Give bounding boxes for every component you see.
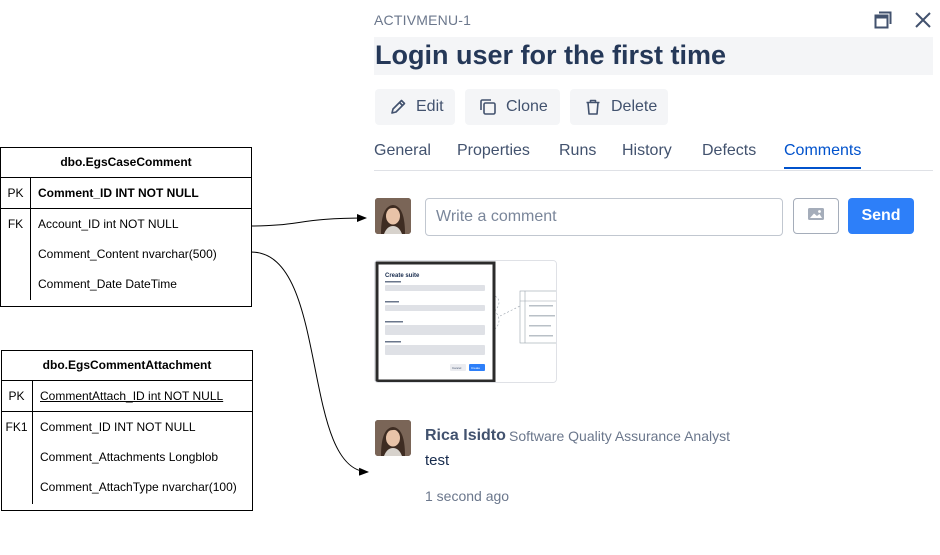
image-icon	[807, 207, 825, 226]
comment-timestamp[interactable]: 1 second ago	[425, 488, 509, 504]
send-button[interactable]: Send	[848, 198, 914, 234]
er-table-comment-attachment: dbo.EgsCommentAttachment PK CommentAttac…	[1, 350, 253, 511]
pk-label: PK	[8, 389, 25, 403]
delete-label: Delete	[611, 98, 658, 115]
er-row: FK1 Comment_ID INT NOT NULL	[2, 412, 252, 442]
connector-content-to-comment	[250, 251, 369, 476]
er-table-title: dbo.EgsCaseComment	[1, 148, 251, 178]
er-field: Comment_ID INT NOT NULL	[38, 186, 199, 200]
attach-image-button[interactable]	[793, 198, 839, 234]
comment-input[interactable]	[425, 198, 783, 236]
er-row: Comment_Content nvarchar(500)	[1, 239, 251, 269]
trash-icon	[584, 98, 602, 116]
er-row: Comment_Date DateTime	[1, 269, 251, 299]
issue-key: ACTIVMENU-1	[374, 12, 472, 28]
comment-author-role: Software Quality Assurance Analyst	[509, 428, 730, 444]
tab-comments[interactable]: Comments	[784, 142, 862, 169]
er-pk-row: PK Comment_ID INT NOT NULL	[1, 178, 251, 209]
tab-defects[interactable]: Defects	[702, 142, 756, 160]
fk-label: FK1	[5, 420, 28, 434]
er-field: CommentAttach_ID int NOT NULL	[40, 389, 224, 403]
fk-label: FK	[7, 217, 24, 231]
preview-cancel-label: Cancel	[452, 366, 462, 370]
er-pk-row: PK CommentAttach_ID int NOT NULL	[2, 381, 252, 412]
er-field: Comment_ID INT NOT NULL	[40, 420, 196, 434]
restore-window-icon[interactable]	[872, 9, 894, 31]
comment-text: test	[425, 452, 450, 469]
pk-label: PK	[7, 186, 24, 200]
tab-properties[interactable]: Properties	[457, 142, 530, 160]
edit-button[interactable]: Edit	[375, 89, 455, 125]
close-icon[interactable]	[912, 9, 934, 31]
delete-button[interactable]: Delete	[570, 89, 668, 125]
er-table-title: dbo.EgsCommentAttachment	[2, 351, 252, 381]
er-field: Comment_AttachType nvarchar(100)	[40, 480, 237, 494]
er-field: Comment_Date DateTime	[38, 277, 177, 291]
attachment-thumbnail[interactable]: Create suite Cancel Create	[374, 260, 557, 383]
attachment-preview-image: Create suite Cancel Create	[375, 261, 556, 382]
tab-general[interactable]: General	[374, 142, 431, 160]
commenter-avatar	[375, 420, 411, 456]
page-title: Login user for the first time	[375, 40, 727, 70]
er-row: Comment_Attachments Longblob	[2, 442, 252, 472]
er-field: Comment_Attachments Longblob	[40, 450, 219, 464]
connector-account-to-comment-input	[250, 214, 367, 227]
preview-create-label: Create	[471, 366, 480, 370]
clone-label: Clone	[506, 98, 548, 115]
preview-dialog-title: Create suite	[385, 273, 420, 279]
comment-author[interactable]: Rica Isidto	[425, 427, 506, 445]
er-row: FK Account_ID int NOT NULL	[1, 209, 251, 239]
pencil-icon	[389, 98, 407, 116]
er-row: Comment_AttachType nvarchar(100)	[2, 472, 252, 502]
tab-bar: General Properties Runs History Defects …	[374, 142, 933, 171]
tab-runs[interactable]: Runs	[559, 142, 596, 160]
er-field: Account_ID int NOT NULL	[38, 217, 179, 231]
er-field: Comment_Content nvarchar(500)	[38, 247, 217, 261]
tab-history[interactable]: History	[622, 142, 672, 160]
avatar	[375, 198, 411, 234]
er-table-case-comment: dbo.EgsCaseComment PK Comment_ID INT NOT…	[0, 147, 252, 307]
title-field[interactable]: Login user for the first time	[374, 37, 933, 75]
copy-icon	[479, 98, 497, 116]
clone-button[interactable]: Clone	[465, 89, 560, 125]
edit-label: Edit	[416, 98, 444, 115]
